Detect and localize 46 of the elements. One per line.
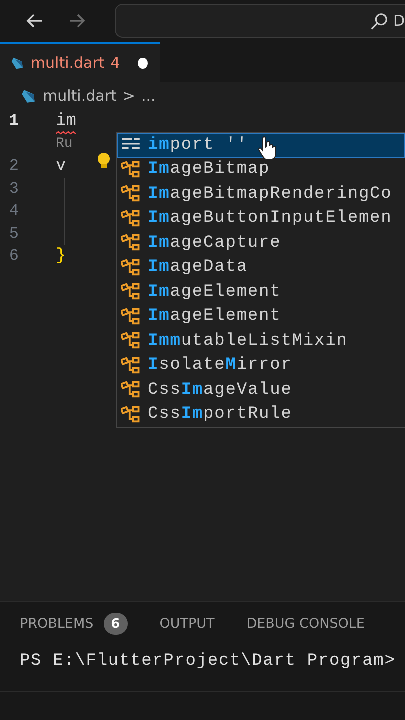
class-icon — [121, 406, 141, 424]
class-icon — [121, 160, 141, 179]
class-icon — [121, 332, 141, 350]
suggestion-item[interactable]: ImageElement — [148, 282, 282, 302]
hand-cursor-icon — [258, 135, 278, 161]
panel-tab[interactable]: OUTPUT — [160, 616, 215, 632]
code-text: v — [56, 156, 66, 176]
line-number: 3 — [8, 180, 20, 198]
suggestion-item[interactable]: Css ImportRule — [148, 405, 292, 424]
class-icon — [121, 258, 141, 277]
suggestion-item[interactable]: ImageButtonInputElemen — [148, 209, 392, 228]
class-icon — [121, 308, 141, 326]
line-number: 4 — [8, 202, 20, 220]
line-number: 5 — [8, 224, 20, 243]
suggestion-item[interactable]: ImageCapture — [148, 234, 282, 253]
editor-tab[interactable]: multi.dart 4 — [0, 42, 160, 82]
dart-file-icon — [20, 88, 37, 104]
unsaved-dot-icon[interactable] — [138, 58, 148, 68]
suggestion-item[interactable]: ImageData — [148, 258, 248, 278]
suggestion-item[interactable]: ImmutableListMixin — [148, 332, 348, 351]
code-text: im — [56, 112, 76, 131]
line-number: 2 — [8, 157, 20, 176]
panel-tab[interactable]: DEBUG CONSOLE — [246, 616, 365, 632]
class-icon — [121, 210, 141, 228]
breadcrumb-item[interactable]: multi.dart — [43, 87, 117, 105]
code-text: } — [56, 246, 66, 266]
panel-tab[interactable]: PROBLEMS 6 — [20, 613, 128, 635]
suggestion-item[interactable]: I solateMirror — [148, 356, 292, 376]
suggestion-item[interactable]: Css ImageValue — [148, 380, 292, 400]
class-icon — [121, 381, 141, 400]
terminal-prompt: PS E:\FlutterProject\Dart Program> — [19, 651, 397, 671]
codelens-text[interactable]: Ru — [56, 136, 73, 152]
breadcrumb-item[interactable]: ... — [141, 87, 156, 105]
breadcrumb-separator: > — [122, 87, 136, 105]
class-icon — [121, 185, 141, 204]
class-icon — [121, 283, 141, 302]
line-number: 6 — [8, 247, 20, 266]
lightbulb-icon[interactable] — [96, 152, 112, 170]
search-icon — [370, 12, 390, 30]
class-icon — [121, 234, 141, 252]
suggestion-item[interactable]: ImageBitmap — [148, 160, 270, 180]
class-icon — [121, 356, 141, 375]
suggestion-item[interactable]: ImageElement — [148, 307, 282, 326]
line-number: 1 — [8, 112, 20, 130]
command-center-field[interactable]: D — [115, 4, 405, 38]
suggestion-item[interactable]: ImageBitmapRenderingCo — [148, 184, 392, 204]
